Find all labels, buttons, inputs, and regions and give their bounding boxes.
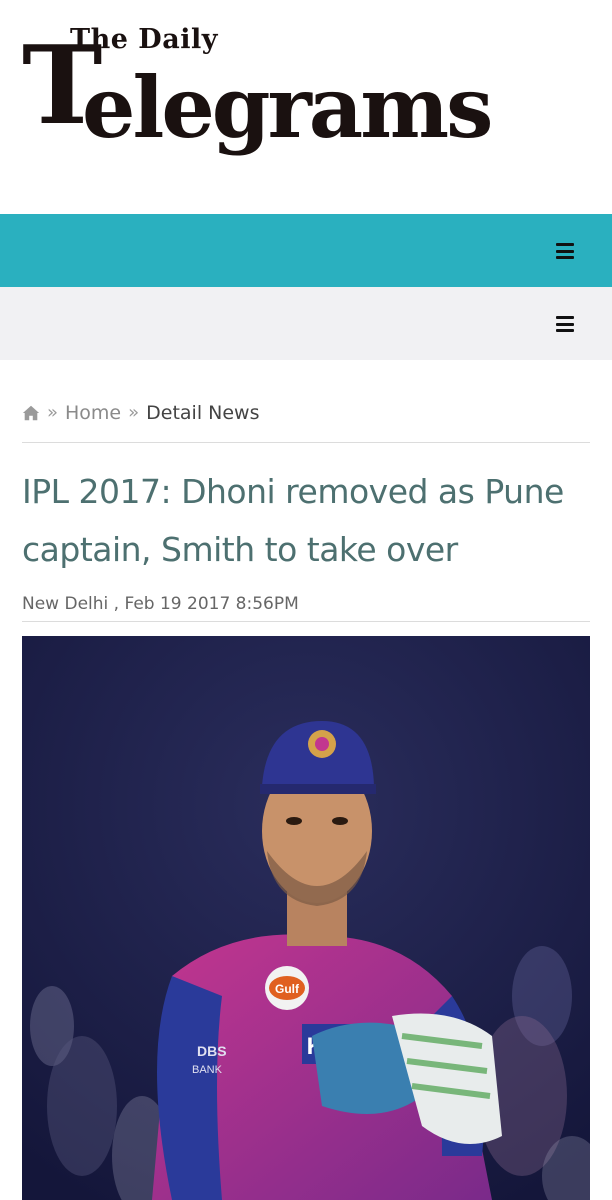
breadcrumb-separator: » — [47, 402, 59, 423]
hamburger-menu-icon[interactable] — [556, 243, 574, 259]
site-header: The Daily T elegrams — [0, 0, 612, 214]
jersey-bank-logo-top: DBS — [197, 1043, 227, 1059]
article-title: IPL 2017: Dhoni removed as Pune captain,… — [22, 472, 564, 569]
breadcrumb-current: Detail News — [146, 402, 260, 424]
site-logo[interactable]: The Daily T elegrams — [22, 22, 522, 167]
jersey-gulf-logo: Gulf — [275, 982, 300, 996]
secondary-nav-bar — [0, 287, 612, 360]
article-photo: Gulf KEN DBS BANK — [22, 636, 590, 1200]
cricketer-photo-illustration: Gulf KEN DBS BANK — [22, 636, 590, 1200]
hamburger-menu-icon[interactable] — [556, 316, 574, 332]
breadcrumb-home-link[interactable]: Home — [65, 400, 121, 426]
breadcrumb-separator: » — [128, 402, 140, 423]
article-byline: New Delhi , Feb 19 2017 8:56PM — [22, 594, 590, 622]
home-icon[interactable] — [22, 404, 40, 422]
primary-nav-bar — [0, 214, 612, 287]
breadcrumb: » Home » Detail News — [22, 400, 590, 443]
logo-wordmark: elegrams — [82, 58, 493, 157]
jersey-bank-logo-bottom: BANK — [192, 1064, 223, 1076]
